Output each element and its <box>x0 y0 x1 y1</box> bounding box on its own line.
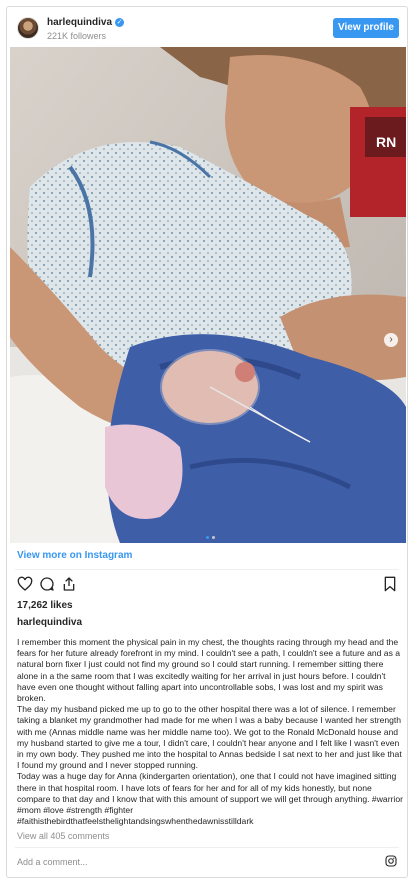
followers-count: 221K followers <box>47 31 107 41</box>
carousel-next-arrow-icon[interactable]: › <box>384 333 398 347</box>
avatar[interactable] <box>17 17 39 39</box>
instagram-embed-card: harlequindiva ✓ 221K followers View prof… <box>6 6 408 878</box>
instagram-icon[interactable] <box>385 855 397 867</box>
action-bar <box>17 576 77 592</box>
username-link[interactable]: harlequindiva <box>47 17 112 28</box>
rn-badge-text: RN <box>376 134 396 150</box>
carousel-dot <box>212 536 215 539</box>
heart-icon[interactable] <box>17 576 33 592</box>
view-more-on-instagram-link[interactable]: View more on Instagram <box>17 550 132 561</box>
carousel-dot-active <box>206 536 209 539</box>
caption-username[interactable]: harlequindiva <box>17 617 82 628</box>
divider <box>15 569 399 570</box>
photo-illustration: RN <box>10 47 406 543</box>
username-row: harlequindiva ✓ <box>47 17 125 28</box>
add-comment-input[interactable]: Add a comment... <box>17 857 88 867</box>
share-icon[interactable] <box>61 576 77 592</box>
verified-badge-icon: ✓ <box>115 18 125 27</box>
view-all-comments-link[interactable]: View all 405 comments <box>17 831 109 841</box>
carousel-dots <box>206 536 215 539</box>
comment-icon[interactable] <box>39 576 55 592</box>
divider <box>15 847 399 848</box>
caption-text: I remember this moment the physical pain… <box>17 637 403 827</box>
view-profile-button[interactable]: View profile <box>333 18 399 38</box>
bookmark-icon[interactable] <box>383 576 397 592</box>
post-header: harlequindiva ✓ 221K followers View prof… <box>7 7 407 47</box>
post-photo[interactable]: RN › <box>10 47 406 543</box>
likes-count[interactable]: 17,262 likes <box>17 600 73 611</box>
